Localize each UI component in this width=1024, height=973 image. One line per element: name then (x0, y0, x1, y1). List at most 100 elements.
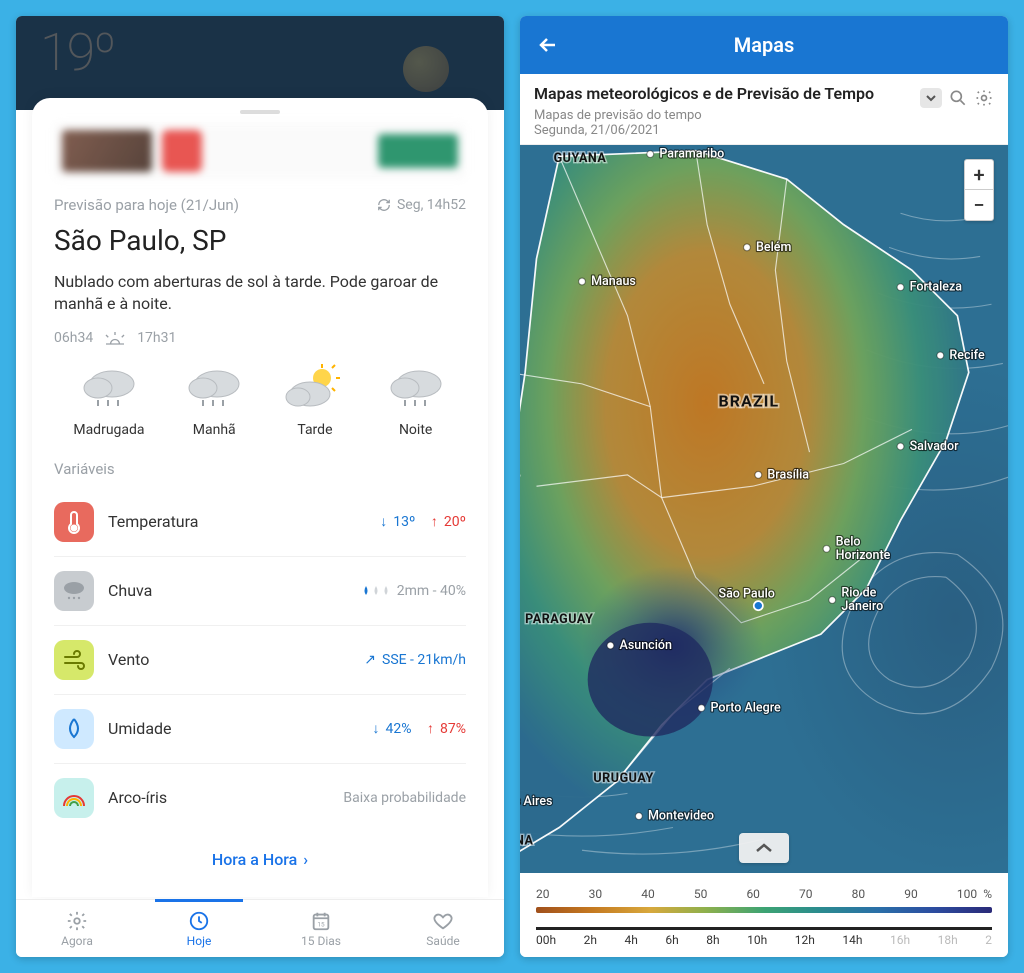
svg-text:Asunción: Asunción (620, 638, 672, 653)
arrow-down-icon: ↓ (380, 513, 387, 530)
period-noite[interactable]: Noite (385, 364, 447, 438)
topbar-title: Mapas (536, 33, 992, 57)
var-vento[interactable]: Vento ↗ SSE - 21km/h (54, 626, 466, 695)
map-head-sub: Mapas de previsão do tempo (534, 108, 912, 123)
period-label: Madrugada (73, 422, 144, 438)
svg-text:Brasília: Brasília (767, 467, 809, 482)
heart-icon (432, 910, 454, 932)
chevron-right-icon: › (303, 850, 308, 869)
svg-text:Salvador: Salvador (910, 439, 959, 454)
arrow-down-icon: ↓ (373, 720, 380, 737)
thermometer-icon (54, 502, 94, 542)
cloud-drizzle-icon (78, 364, 140, 414)
forecast-date-label: Previsão para hoje (21/Jun) (54, 196, 239, 214)
humidity-icon (54, 709, 94, 749)
cloud-drizzle-icon (183, 364, 245, 414)
svg-text:Paramaribo: Paramaribo (659, 147, 724, 162)
label-brazil: BRAZIL (719, 392, 780, 411)
gear-icon[interactable] (974, 88, 994, 108)
expand-legend-button[interactable] (739, 833, 789, 863)
sunrise-icon (103, 330, 127, 346)
bottom-tabbar: Agora Hoje 15 15 Dias Saúde (16, 899, 504, 957)
hora-a-hora-button[interactable]: Hora a Hora › (54, 832, 466, 873)
var-name: Chuva (108, 581, 347, 600)
legend-unit: % (983, 887, 992, 901)
period-label: Noite (399, 422, 432, 438)
svg-text:Montevideo: Montevideo (648, 809, 714, 824)
updated-time[interactable]: Seg, 14h52 (377, 197, 466, 213)
label-buenosaires: enos Aires (520, 794, 552, 809)
zoom-in-button[interactable]: + (965, 160, 993, 190)
tab-saude[interactable]: Saúde (382, 900, 504, 957)
var-name: Arco-íris (108, 788, 329, 807)
zoom-out-button[interactable]: − (965, 190, 993, 220)
tab-agora[interactable]: Agora (16, 900, 138, 957)
cloud-drizzle-icon (385, 364, 447, 414)
legend-values: 2030405060708090100 (536, 887, 977, 901)
map-legend: 2030405060708090100 % 00h2h4h6h8h10h12h1… (520, 873, 1008, 957)
arrow-up-icon: ↑ (427, 720, 434, 737)
sunset-time: 17h31 (137, 330, 176, 346)
chevron-down-icon (925, 92, 937, 104)
sunrise-time: 06h34 (54, 330, 93, 346)
search-icon[interactable] (948, 88, 968, 108)
city-name: São Paulo, SP (54, 224, 466, 257)
svg-text:Recife: Recife (949, 348, 985, 363)
sun-times: 06h34 17h31 (54, 330, 466, 346)
label-guyana: GUYANA (554, 151, 607, 166)
map-head-date: Segunda, 21/06/2021 (534, 123, 912, 138)
rainbow-icon (54, 778, 94, 818)
var-chuva[interactable]: Chuva 2mm - 40% (54, 557, 466, 626)
forecast-card: Previsão para hoje (21/Jun) Seg, 14h52 S… (32, 98, 488, 897)
topbar: Mapas (520, 16, 1008, 74)
var-name: Temperatura (108, 512, 366, 531)
arrow-upright-icon: ↗ (364, 652, 376, 668)
svg-text:Manaus: Manaus (591, 274, 636, 289)
period-manha[interactable]: Manhã (183, 364, 245, 438)
label-paraguay: PARAGUAY (525, 612, 593, 627)
tab-15dias[interactable]: 15 15 Dias (260, 900, 382, 957)
rain-icon (54, 571, 94, 611)
background-temp: 19º (40, 22, 115, 83)
map-head-title: Mapas meteorológicos e de Previsão de Te… (534, 84, 912, 104)
day-periods: Madrugada Manhã Tarde Noite (54, 364, 466, 438)
var-arcoiris[interactable]: Arco-íris Baixa probabilidade (54, 764, 466, 832)
arrow-up-icon: ↑ (431, 513, 438, 530)
refresh-icon (377, 198, 391, 212)
var-name: Umidade (108, 719, 359, 738)
sun-cloud-icon (284, 364, 346, 414)
variables-label: Variáveis (54, 460, 466, 478)
ad-banner[interactable] (54, 122, 466, 180)
map-header: Mapas meteorológicos e de Previsão de Te… (520, 74, 1008, 145)
clock-icon (188, 910, 210, 932)
drops-icon (361, 584, 391, 598)
period-label: Manhã (193, 422, 236, 438)
calendar-icon: 15 (310, 910, 332, 932)
wind-icon (54, 640, 94, 680)
svg-text:Belém: Belém (756, 240, 791, 255)
svg-text:Horizonte: Horizonte (836, 548, 891, 563)
svg-text:Porto Alegre: Porto Alegre (711, 700, 781, 715)
var-umidade[interactable]: Umidade ↓ 42% ↑ 87% (54, 695, 466, 764)
maps-screen: Mapas Mapas meteorológicos e de Previsão… (520, 16, 1008, 957)
condition-text: Nublado com aberturas de sol à tarde. Po… (54, 271, 466, 316)
period-madrugada[interactable]: Madrugada (73, 364, 144, 438)
label-uruguay: URUGUAY (593, 771, 653, 786)
legend-gradient (536, 907, 992, 913)
drag-handle[interactable] (240, 110, 280, 114)
var-temperatura[interactable]: Temperatura ↓ 13º ↑ 20º (54, 488, 466, 557)
dropdown-button[interactable] (920, 88, 942, 108)
map-viewport[interactable]: GUYANA BRAZIL PARAGUAY URUGUAY IVIA NTIN… (520, 145, 1008, 873)
period-tarde[interactable]: Tarde (284, 364, 346, 438)
svg-text:15: 15 (317, 920, 325, 928)
chevron-up-icon (754, 841, 774, 855)
tab-hoje[interactable]: Hoje (138, 900, 260, 957)
svg-text:São Paulo: São Paulo (719, 587, 775, 602)
zoom-controls: + − (964, 159, 994, 221)
background-header: 19º (16, 16, 504, 110)
svg-text:Janeiro: Janeiro (841, 599, 883, 614)
svg-text:Fortaleza: Fortaleza (910, 280, 963, 295)
var-name: Vento (108, 650, 350, 669)
gear-icon (66, 910, 88, 932)
timeline[interactable]: 00h2h4h6h8h10h12h14h16h18h2 (536, 927, 992, 947)
